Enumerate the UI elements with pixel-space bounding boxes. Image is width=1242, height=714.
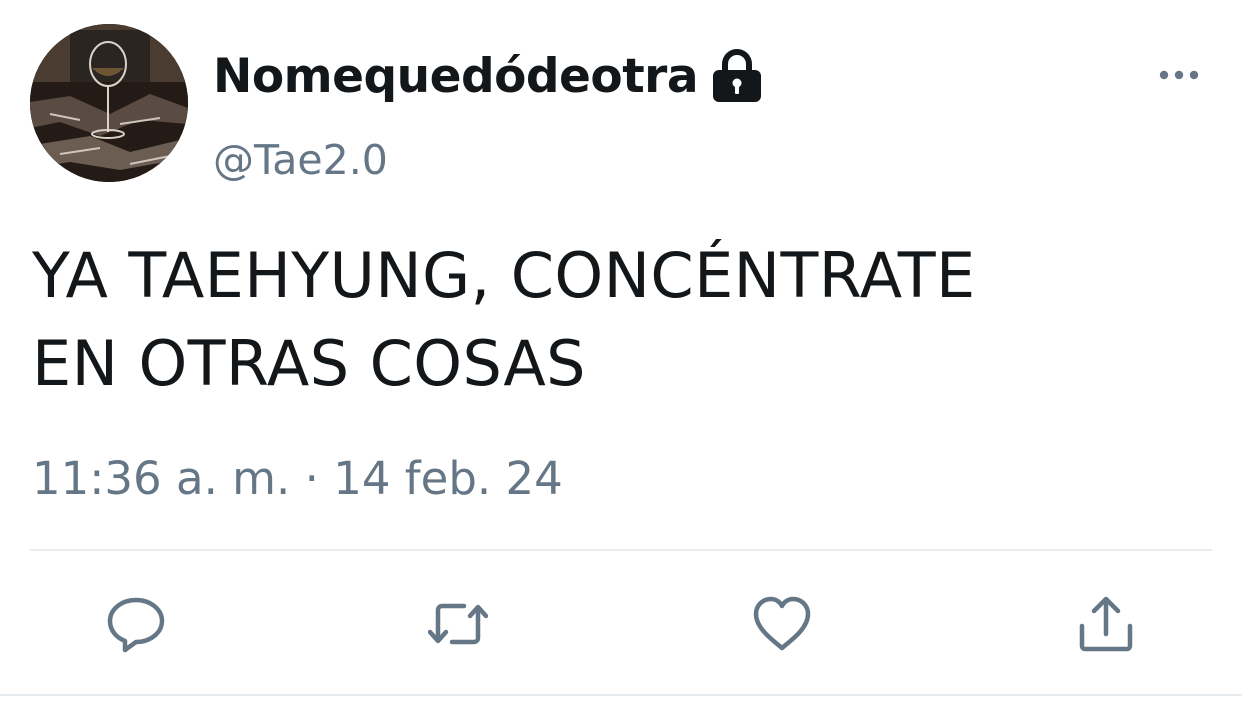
tweet-timestamp[interactable]: 11:36 a. m. · 14 feb. 24 [32,452,563,505]
avatar-image [30,24,188,182]
retweet-button[interactable] [428,594,488,654]
display-name-row[interactable]: Nomequedódeotra [213,48,764,104]
tweet-text-line-2: EN OTRAS COSAS [32,327,586,400]
retweet-icon [428,603,488,645]
reply-button[interactable] [106,594,166,654]
reply-icon [107,597,165,653]
avatar[interactable] [30,24,188,182]
share-button[interactable] [1076,594,1136,654]
user-handle[interactable]: @Tae2.0 [213,136,388,184]
heart-icon [753,596,811,651]
divider [0,694,1242,696]
more-horizontal-icon[interactable] [1156,60,1202,90]
tweet-card: Nomequedódeotra @Tae2.0 YA TAEHYUNG, CON… [0,0,1242,714]
tweet-text-line-1: YA TAEHYUNG, CONCÉNTRATE [32,239,976,312]
tweet-text: YA TAEHYUNG, CONCÉNTRATE EN OTRAS COSAS [32,232,1212,408]
lock-icon [713,49,762,102]
display-name[interactable]: Nomequedódeotra [213,49,699,104]
share-icon [1079,596,1133,652]
like-button[interactable] [752,594,812,654]
divider [30,549,1212,551]
